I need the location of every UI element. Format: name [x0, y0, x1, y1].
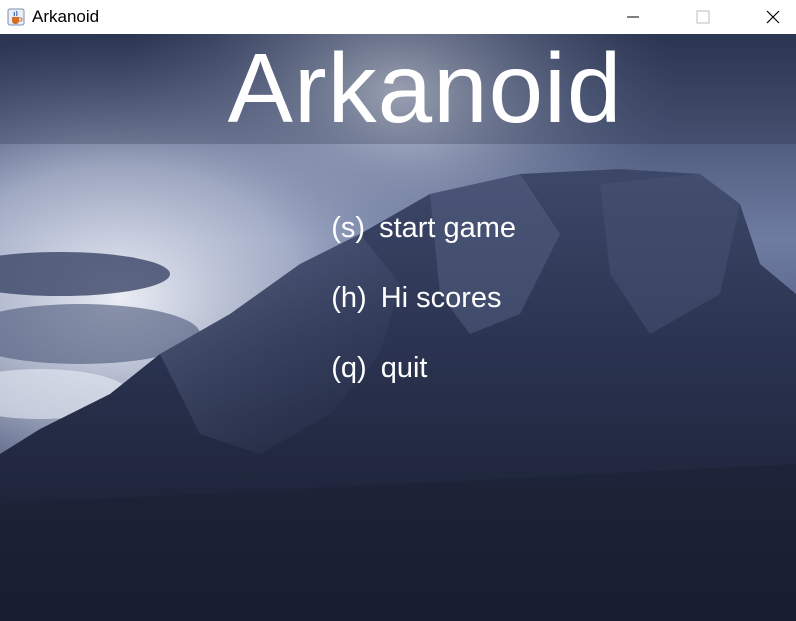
- java-cup-icon[interactable]: [6, 7, 26, 27]
- window-title: Arkanoid: [32, 7, 100, 26]
- minimize-icon[interactable]: [610, 0, 656, 34]
- menu-key-hi-scores: (h): [331, 282, 367, 314]
- menu-key-start: (s): [331, 212, 366, 244]
- menu-key-quit: (q): [331, 352, 367, 384]
- game-title: Arkanoid: [227, 34, 623, 143]
- window-titlebar: Arkanoid: [0, 0, 796, 34]
- menu-label-quit: quit: [380, 352, 428, 384]
- menu-label-hi-scores: Hi scores: [380, 282, 502, 314]
- game-canvas[interactable]: Arkanoid (s) start game (h) Hi scores (q) q…: [0, 34, 796, 621]
- window-controls: [610, 0, 796, 34]
- maximize-icon[interactable]: [680, 0, 726, 34]
- close-icon[interactable]: [750, 0, 796, 34]
- menu-item-quit[interactable]: (q) quit: [299, 317, 427, 419]
- menu-label-start: start game: [379, 212, 517, 244]
